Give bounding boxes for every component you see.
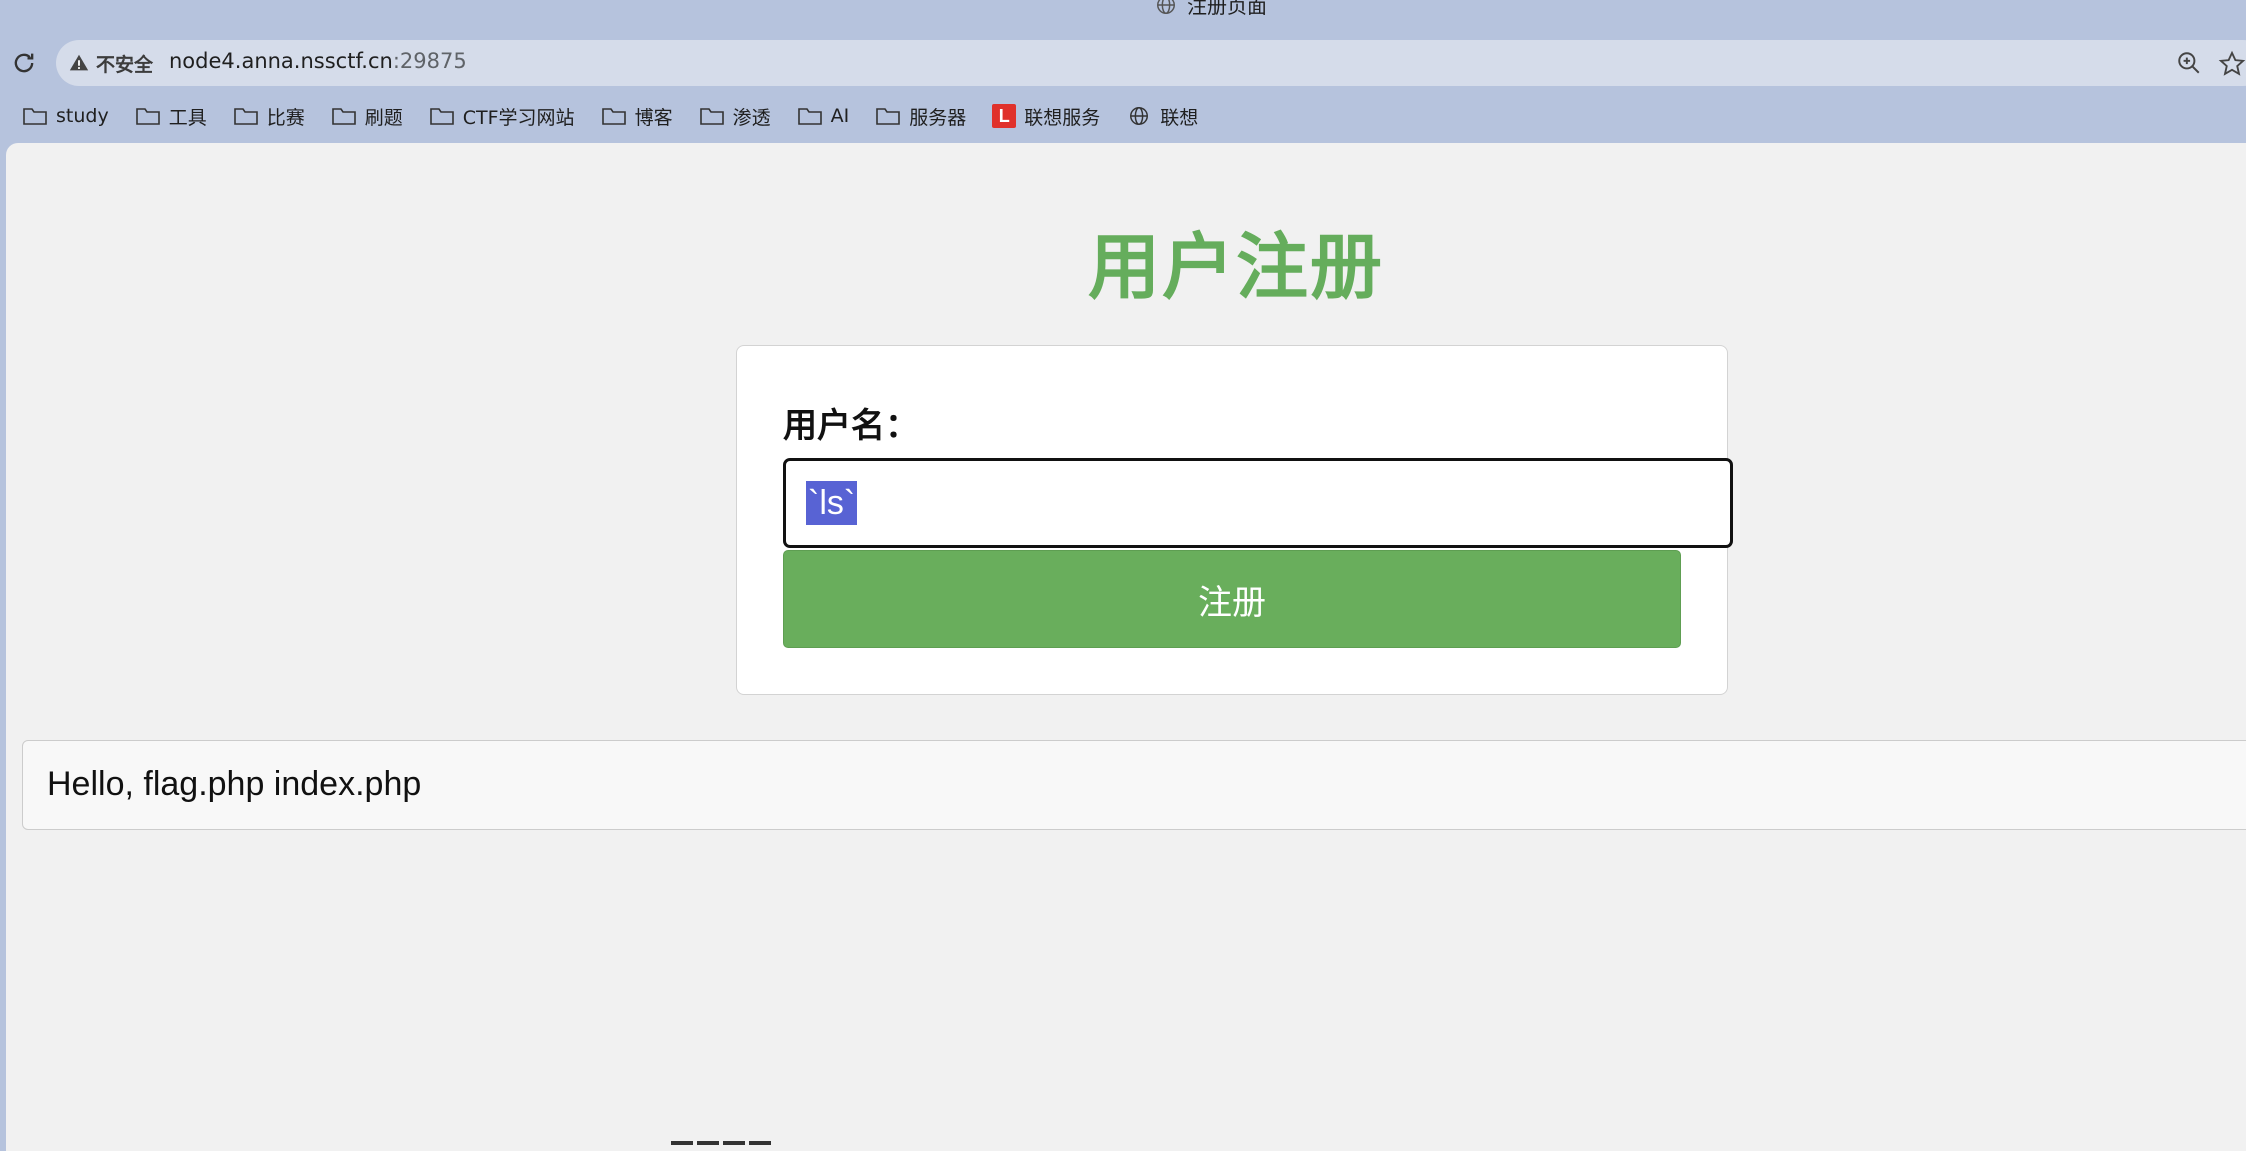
globe-icon (1157, 0, 1175, 14)
bookmark-blogs[interactable]: 博客 (601, 103, 673, 130)
url-text[interactable]: node4.anna.nssctf.cn:29875 (169, 49, 467, 73)
address-bar[interactable]: 不安全 node4.anna.nssctf.cn:29875 (56, 40, 2246, 86)
folder-icon (601, 108, 626, 125)
username-value: `ls` (806, 481, 858, 525)
page-content: 用户注册 用户名： `ls` 注册 Hello, flag.php index.… (6, 143, 2246, 1151)
bookmark-label: 联想 (1160, 106, 1199, 129)
reload-icon[interactable] (10, 49, 38, 77)
bookmarks-bar: study 工具 比赛 刷题 CTF学习网站 博客 渗透 AI 服务器 L 联想… (0, 98, 2246, 134)
folder-icon (429, 108, 454, 125)
browser-toolbar: 不安全 node4.anna.nssctf.cn:29875 (0, 38, 2246, 88)
bookmark-competitions[interactable]: 比赛 (233, 103, 305, 130)
not-secure-label[interactable]: 不安全 (96, 50, 153, 77)
bookmark-ctf-sites[interactable]: CTF学习网站 (429, 103, 575, 130)
register-form: 用户名： `ls` 注册 (736, 345, 1733, 695)
bookmark-label: 比赛 (266, 106, 305, 129)
bookmark-label: 刷题 (364, 106, 403, 129)
result-message-box: Hello, flag.php index.php (22, 740, 2246, 830)
bookmark-label: 渗透 (732, 106, 771, 129)
username-input[interactable]: `ls` (783, 458, 1733, 548)
bookmark-label: study (56, 105, 109, 127)
bookmark-servers[interactable]: 服务器 (875, 103, 966, 130)
bookmark-lenovo[interactable]: 联想 (1126, 103, 1198, 130)
username-label: 用户名： (783, 406, 919, 446)
bookmark-star-icon[interactable] (2218, 50, 2246, 78)
bookmark-tools[interactable]: 工具 (135, 103, 207, 130)
folder-icon (331, 108, 356, 125)
bookmark-study[interactable]: study (22, 105, 109, 127)
bookmark-ai[interactable]: AI (797, 105, 850, 127)
active-tab[interactable]: 注册页面 (1155, 0, 1267, 19)
url-port: :29875 (392, 49, 467, 73)
bookmark-label: 工具 (168, 106, 207, 129)
folder-icon (876, 108, 901, 125)
lenovo-l-icon: L (992, 104, 1017, 128)
register-button[interactable]: 注册 (783, 550, 1681, 648)
zoom-icon[interactable] (2176, 50, 2202, 76)
bookmark-label: 服务器 (909, 106, 967, 129)
bookmark-label: CTF学习网站 (462, 106, 575, 129)
url-host: node4.anna.nssctf.cn (169, 49, 393, 73)
folder-icon (135, 108, 160, 125)
folder-icon (23, 108, 47, 125)
page-title: 用户注册 (1087, 225, 1384, 309)
bookmark-pentest[interactable]: 渗透 (699, 103, 771, 130)
partial-text-fragment (671, 1141, 771, 1145)
bookmark-label: 联想服务 (1024, 106, 1101, 129)
bookmark-label: AI (830, 105, 850, 127)
folder-icon (699, 108, 724, 125)
bookmark-practice[interactable]: 刷题 (331, 103, 403, 130)
warning-icon[interactable] (68, 52, 90, 74)
bookmark-lenovo-service[interactable]: L 联想服务 (992, 103, 1100, 130)
globe-icon (1130, 107, 1149, 125)
bookmark-label: 博客 (634, 106, 673, 129)
tab-strip: 注册页面 (0, 0, 2246, 20)
folder-icon (797, 108, 822, 125)
result-message: Hello, flag.php index.php (47, 765, 422, 803)
folder-icon (233, 108, 258, 125)
tab-title-text: 注册页面 (1187, 0, 1267, 18)
